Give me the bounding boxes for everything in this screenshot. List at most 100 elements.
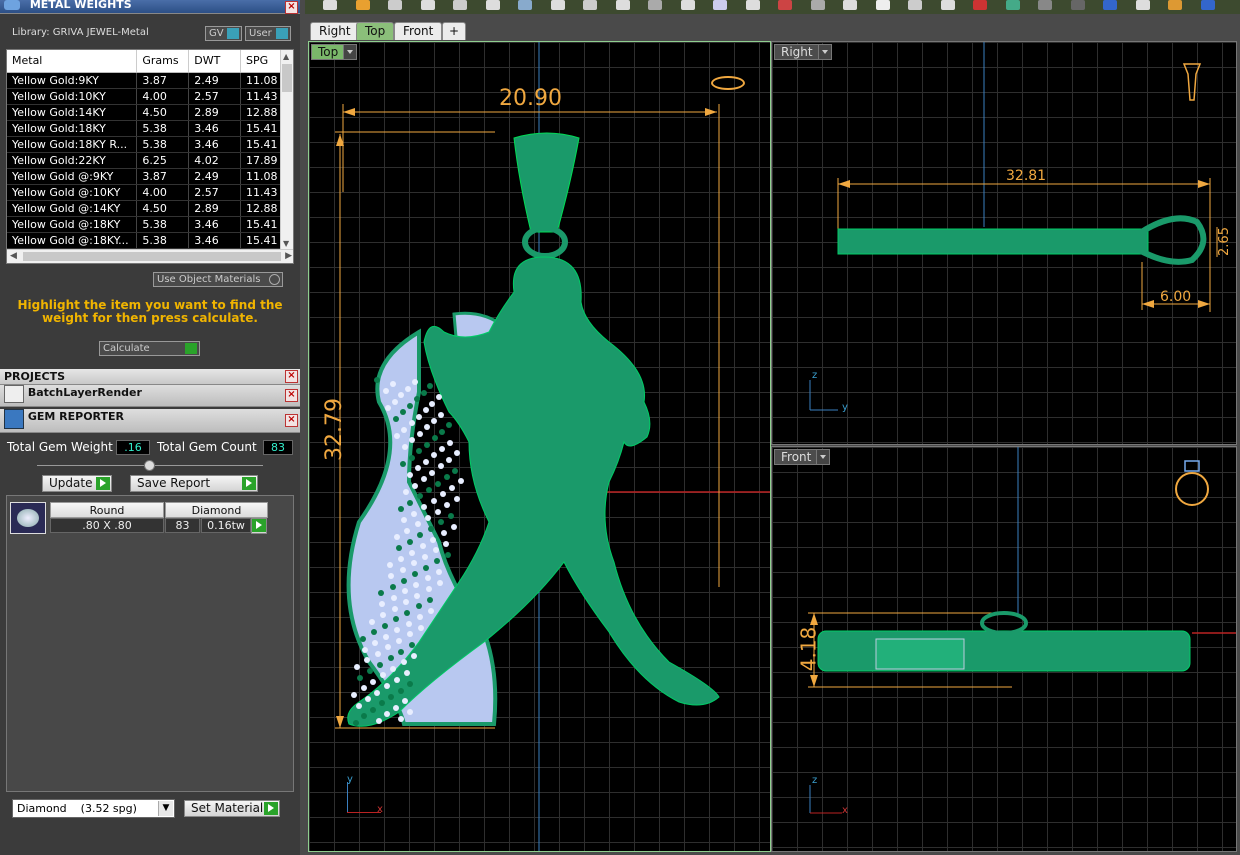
toolbar-tool-icon[interactable] xyxy=(810,0,825,10)
table-row[interactable]: Yellow Gold @:18KY 5.38 3.46 15.41 xyxy=(7,216,282,233)
table-row[interactable]: Yellow Gold:18KY 5.38 3.46 15.41 xyxy=(7,120,282,137)
add-tab-button[interactable]: + xyxy=(442,22,467,40)
front-view-drawing xyxy=(808,447,1236,814)
play-icon xyxy=(185,343,197,354)
gem-stone-dot xyxy=(439,428,446,435)
table-cell: 11.43 xyxy=(240,88,282,105)
table-row[interactable]: Yellow Gold:9KY 3.87 2.49 11.08 xyxy=(7,72,282,89)
toolbar-tool-icon[interactable] xyxy=(615,0,630,10)
library-label: Library: GRIVA JEWEL-Metal xyxy=(12,27,149,38)
table-cell: 3.87 xyxy=(136,72,190,89)
table-cell: 2.89 xyxy=(188,200,242,217)
table-row[interactable]: Yellow Gold:22KY 6.25 4.02 17.89 xyxy=(7,152,282,169)
toolbar-tool-icon[interactable] xyxy=(420,0,435,10)
use-object-materials-toggle[interactable]: Use Object Materials xyxy=(153,272,283,287)
toolbar-tool-icon[interactable] xyxy=(973,0,987,10)
gem-stone-dot xyxy=(377,661,384,668)
gem-stone-dot xyxy=(393,704,400,711)
gem-reporter-icon xyxy=(4,409,24,429)
app-window: METAL WEIGHTS × Library: GRIVA JEWEL-Met… xyxy=(0,0,1240,855)
toolbar-tool-icon[interactable] xyxy=(778,0,792,10)
column-header-grams[interactable]: Grams xyxy=(136,50,190,73)
table-cell: 15.41 xyxy=(240,216,282,233)
toolbar-tool-icon[interactable] xyxy=(583,0,597,10)
table-cell: 3.46 xyxy=(188,216,242,233)
gem-stone-dot xyxy=(439,446,446,452)
table-vertical-scrollbar[interactable]: ▲ ▼ xyxy=(280,50,293,250)
toolbar-tool-icon[interactable] xyxy=(453,0,467,10)
toolbar-tool-icon[interactable] xyxy=(550,0,565,10)
save-report-button[interactable]: Save Report xyxy=(130,475,258,492)
toolbar-tool-icon[interactable] xyxy=(680,0,695,10)
toolbar-tool-icon[interactable] xyxy=(1038,0,1052,10)
column-header-spg[interactable]: SPG xyxy=(240,50,282,73)
toolbar-tool-icon[interactable] xyxy=(908,0,922,10)
tab-top[interactable]: Top xyxy=(356,22,395,40)
table-row[interactable]: Yellow Gold:14KY 4.50 2.89 12.88 xyxy=(7,104,282,121)
toolbar-tool-icon[interactable] xyxy=(843,0,857,10)
tab-right[interactable]: Right xyxy=(310,22,360,40)
batch-layer-render-header[interactable]: BatchLayerRender × xyxy=(0,385,300,407)
toolbar-tool-icon[interactable] xyxy=(1070,0,1085,10)
toolbar-tool-icon[interactable] xyxy=(940,0,955,10)
toolbar-tool-icon[interactable] xyxy=(485,0,500,10)
toolbar-tool-icon[interactable] xyxy=(875,0,890,10)
toolbar-tool-icon[interactable] xyxy=(713,0,727,10)
viewport-right[interactable]: Right 32.81 2.65 6.00 z y xyxy=(771,41,1237,445)
calculate-button[interactable]: Calculate xyxy=(99,341,200,356)
toolbar-tool-icon[interactable] xyxy=(323,0,337,10)
scroll-up-icon[interactable]: ▲ xyxy=(283,52,289,61)
axis-x-line xyxy=(347,812,381,813)
gv-toggle[interactable]: GV xyxy=(205,26,242,41)
plus-icon: + xyxy=(449,24,460,38)
close-icon[interactable]: × xyxy=(285,1,298,14)
table-cell: 3.87 xyxy=(136,168,190,185)
scroll-right-icon[interactable]: ▶ xyxy=(285,251,292,261)
set-material-button[interactable]: Set Material xyxy=(184,800,280,817)
gem-stone-dot xyxy=(423,564,430,571)
slider-handle[interactable] xyxy=(144,460,155,471)
chevron-down-icon[interactable]: ▼ xyxy=(158,801,173,816)
scroll-left-icon[interactable]: ◀ xyxy=(10,251,17,261)
toolbar-tool-icon[interactable] xyxy=(1200,0,1215,10)
tab-front[interactable]: Front xyxy=(394,22,443,40)
toolbar-tool-icon[interactable] xyxy=(1103,0,1117,10)
table-row[interactable]: Yellow Gold:10KY 4.00 2.57 11.43 xyxy=(7,88,282,105)
toolbar-tool-icon[interactable] xyxy=(388,0,402,10)
column-header-dwt[interactable]: DWT xyxy=(188,50,242,73)
gem-stone-dot xyxy=(359,635,366,642)
toolbar-tool-icon[interactable] xyxy=(648,0,662,10)
toolbar-tool-icon[interactable] xyxy=(745,0,760,10)
save-report-label: Save Report xyxy=(137,476,211,490)
gem-stone-dot xyxy=(426,596,433,603)
toolbar-tool-icon[interactable] xyxy=(1005,0,1020,10)
user-toggle[interactable]: User xyxy=(245,26,291,41)
viewport-top[interactable]: Top 20.90 32.79 y x xyxy=(308,41,771,852)
toolbar-tool-icon[interactable] xyxy=(1135,0,1150,10)
toolbar-tool-icon[interactable] xyxy=(1168,0,1182,10)
close-icon[interactable]: × xyxy=(285,414,298,427)
table-cell: 4.50 xyxy=(136,104,190,121)
table-row[interactable]: Yellow Gold @:10KY 4.00 2.57 11.43 xyxy=(7,184,282,201)
table-row[interactable]: Yellow Gold @:14KY 4.50 2.89 12.88 xyxy=(7,200,282,217)
close-icon[interactable]: × xyxy=(285,389,298,402)
table-row[interactable]: Yellow Gold:18KY R... 5.38 3.46 15.41 xyxy=(7,136,282,153)
scroll-down-icon[interactable]: ▼ xyxy=(283,239,289,248)
table-row[interactable]: Yellow Gold @:18KY... 5.38 3.46 15.41 xyxy=(7,232,282,249)
gem-stone-dot xyxy=(452,467,459,474)
viewport-front[interactable]: Front 4.18 z x xyxy=(771,446,1237,852)
metal-table[interactable]: Metal Grams DWT SPG Yellow Gold:9KY 3.87 2… xyxy=(6,49,294,264)
gem-row-go-button[interactable] xyxy=(251,518,267,534)
toolbar-tool-icon[interactable] xyxy=(518,0,532,10)
update-button[interactable]: Update xyxy=(42,475,112,492)
column-header-metal[interactable]: Metal xyxy=(7,50,138,73)
material-select[interactable]: Diamond (3.52 spg) ▼ xyxy=(12,799,175,818)
gem-reporter-header[interactable]: GEM REPORTER × xyxy=(0,409,300,433)
gem-stone-dot xyxy=(408,454,415,461)
close-icon[interactable]: × xyxy=(285,370,298,383)
toolbar-tool-icon[interactable] xyxy=(355,0,370,10)
table-row[interactable]: Yellow Gold @:9KY 3.87 2.49 11.08 xyxy=(7,168,282,185)
scroll-thumb[interactable] xyxy=(282,64,292,92)
table-horizontal-scrollbar[interactable]: ◀ ▶ xyxy=(7,249,293,263)
scroll-thumb[interactable] xyxy=(23,252,281,261)
